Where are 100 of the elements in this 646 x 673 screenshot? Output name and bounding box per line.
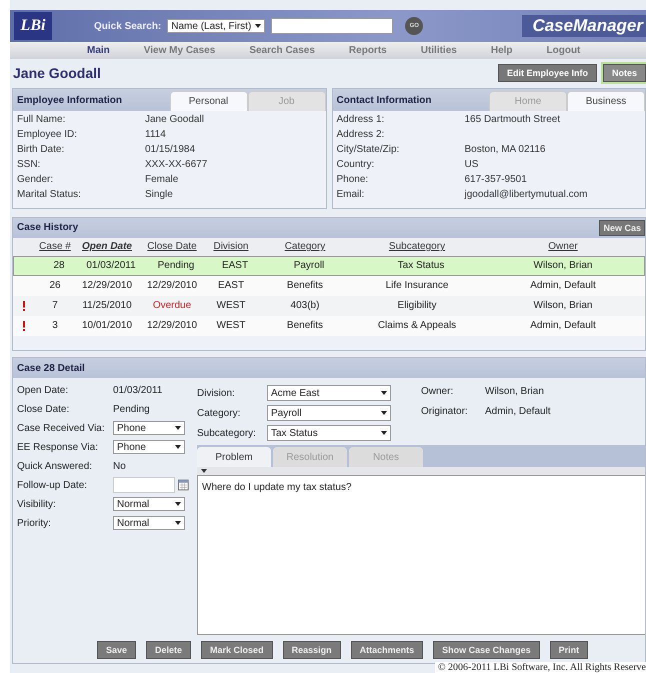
- employee-name: Jane Goodall: [13, 65, 101, 82]
- table-cell: 01/03/2011: [86, 260, 136, 272]
- field-label: Division:: [197, 386, 236, 400]
- table-cell: 403(b): [290, 300, 320, 312]
- table-cell: Wilson, Brian: [534, 300, 592, 312]
- table-cell: EAST: [218, 280, 244, 292]
- table-cell: 12/29/2010: [146, 280, 198, 292]
- table-cell: Payroll: [294, 260, 324, 272]
- panel-title: Employee Information: [16, 94, 122, 108]
- table-cell: Life Insurance: [386, 280, 448, 292]
- field-label: Open Date:: [17, 384, 70, 398]
- field-value: Jane Goodall: [145, 114, 205, 125]
- field-value: Admin, Default: [485, 406, 551, 417]
- tab[interactable]: Problem: [197, 447, 271, 467]
- field-label: Case Received Via:: [17, 422, 106, 436]
- table-cell: Tax Status: [398, 260, 444, 272]
- table-row[interactable]: 3 10/01/2010 12/29/2010 WEST Benefits Claims & Appeals Admin, Default: [13, 316, 645, 336]
- field-value: US: [464, 158, 480, 170]
- table-cell: 7: [52, 300, 58, 312]
- nav-link[interactable]: Main: [70, 45, 127, 56]
- table-cell: 26: [49, 280, 61, 292]
- dropdown[interactable]: Normal: [113, 516, 185, 530]
- section-title: Case 28 Detail: [17, 362, 85, 374]
- table-cell: EAST: [222, 260, 248, 272]
- search-type-dropdown[interactable]: Name (Last, First): [167, 19, 266, 34]
- column-header[interactable]: Open Date: [82, 241, 132, 252]
- field-label: Visibility:: [17, 498, 57, 512]
- calendar-icon[interactable]: [178, 479, 189, 491]
- dropdown[interactable]: Tax Status: [267, 425, 391, 441]
- field-label: Follow-up Date:: [17, 478, 88, 492]
- date-field[interactable]: [113, 477, 176, 493]
- table-cell: Overdue: [152, 300, 192, 312]
- action-button[interactable]: Delete: [146, 641, 192, 659]
- field-label: Marital Status:: [17, 188, 82, 200]
- field-label: Priority:: [17, 516, 52, 530]
- column-header[interactable]: Category: [284, 241, 326, 252]
- table-row[interactable]: 7 11/25/2010 Overdue WEST 403(b) Eligibility Wilson, Brian: [13, 296, 645, 316]
- field-label: Address 1:: [336, 114, 386, 125]
- table-cell: 11/25/2010: [82, 300, 132, 312]
- action-button[interactable]: Mark Closed: [201, 641, 273, 659]
- table-row[interactable]: 28 01/03/2011 Pending EAST Payroll Tax Status Wilson, Brian: [13, 256, 645, 276]
- field-label: City/State/Zip:: [336, 144, 400, 155]
- field-label: SSN:: [17, 158, 42, 170]
- field-label: Address 2:: [336, 128, 386, 140]
- table-cell: Benefits: [286, 280, 324, 292]
- field-label: Email:: [336, 188, 366, 200]
- field-value: Pending: [113, 402, 151, 416]
- field-label: Full Name:: [17, 114, 66, 125]
- action-button[interactable]: Print: [550, 641, 588, 659]
- field-label: Quick Answered:: [17, 460, 94, 474]
- dropdown[interactable]: Phone: [113, 440, 185, 454]
- table-cell: 3: [52, 320, 58, 332]
- table-cell: Eligibility: [398, 300, 436, 312]
- table-cell: WEST: [216, 320, 246, 332]
- table-cell: Pending: [158, 260, 194, 272]
- field-label: Originator:: [421, 406, 469, 417]
- dropdown[interactable]: Phone: [113, 421, 185, 435]
- panel-title: Contact Information: [336, 94, 432, 108]
- action-button[interactable]: Attachments: [350, 641, 424, 659]
- field-label: Owner:: [421, 386, 454, 397]
- field-label: Birth Date:: [17, 144, 66, 155]
- field-value: Female: [145, 174, 180, 185]
- dropdown[interactable]: Payroll: [267, 405, 391, 421]
- table-cell: Claims & Appeals: [378, 320, 456, 332]
- field-value: Wilson, Brian: [485, 386, 545, 397]
- dropdown[interactable]: Normal: [113, 497, 185, 511]
- table-cell: WEST: [216, 300, 246, 312]
- table-row[interactable]: 26 12/29/2010 12/29/2010 EAST Benefits Life Insurance Admin, Default: [13, 276, 645, 296]
- action-button[interactable]: Edit Employee Info: [498, 64, 597, 82]
- field-value: Boston, MA 02116: [464, 144, 546, 155]
- tab[interactable]: Business: [567, 90, 645, 111]
- new-case-button[interactable]: New Cas: [599, 220, 645, 236]
- column-header[interactable]: Owner: [548, 241, 578, 252]
- field-value: No: [113, 460, 127, 474]
- dropdown[interactable]: Acme East: [267, 385, 391, 401]
- action-button[interactable]: Show Case Changes: [433, 641, 540, 659]
- field-value: 1114: [145, 128, 167, 140]
- action-button[interactable]: Save: [97, 641, 136, 659]
- field-label: Country:: [336, 158, 376, 170]
- field-label: Subcategory:: [197, 426, 257, 440]
- field-value: 01/03/2011: [113, 384, 164, 398]
- column-header[interactable]: Close Date: [147, 241, 197, 252]
- action-button[interactable]: Notes: [602, 64, 646, 82]
- table-cell: Admin, Default: [530, 320, 596, 332]
- field-label: EE Response Via:: [17, 440, 99, 454]
- action-button[interactable]: Reassign: [282, 641, 341, 659]
- column-header[interactable]: Subcategory: [388, 241, 446, 252]
- column-header[interactable]: Case #: [39, 241, 71, 252]
- field-value: 617-357-9501: [464, 174, 528, 185]
- copyright: © 2006-2011 LBi Software, Inc. All Rights Reserve: [434, 662, 646, 673]
- table-cell: 12/29/2010: [82, 280, 132, 292]
- column-header[interactable]: Division: [213, 241, 248, 252]
- section-title: Case History: [17, 222, 78, 234]
- field-value: 165 Dartmouth Street: [464, 114, 562, 125]
- search-field[interactable]: [271, 18, 394, 34]
- field-value: Single: [145, 188, 174, 200]
- problem-text-area[interactable]: Where do I update my tax status?: [197, 475, 645, 635]
- tab[interactable]: Personal: [170, 90, 248, 111]
- table-cell: Benefits: [286, 320, 324, 332]
- quick-search-label: Quick Search:: [94, 20, 162, 32]
